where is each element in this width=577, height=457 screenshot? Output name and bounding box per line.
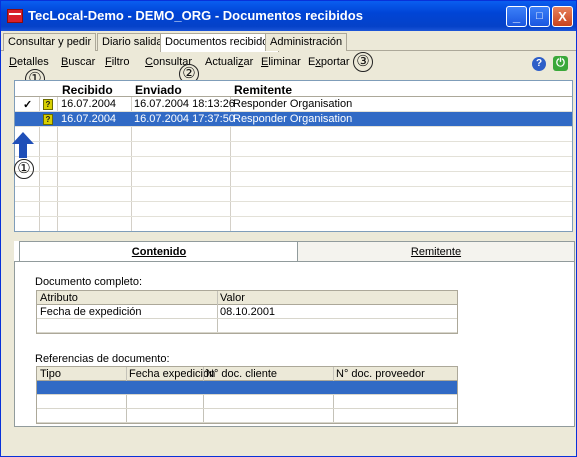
attribute-name: Fecha de expedición xyxy=(40,306,142,318)
actualizar-label-pre: Actuali xyxy=(205,56,239,68)
document-icon: ? xyxy=(43,114,53,125)
detalles-label-post: etalles xyxy=(16,56,49,68)
attribute-value: 08.10.2001 xyxy=(220,306,276,318)
tab-remitente-label: Remitente xyxy=(410,246,462,258)
tab-contenido[interactable]: Contenido xyxy=(19,241,299,261)
consultar-label-key: C xyxy=(145,56,153,68)
up-arrow-icon xyxy=(12,132,34,158)
document-icon: ? xyxy=(43,99,53,110)
references-table: Tipo Fecha expedición N° doc. cliente N°… xyxy=(36,366,458,424)
exportar-button[interactable]: Exportar xyxy=(308,56,350,68)
col-doc-cliente[interactable]: N° doc. cliente xyxy=(206,368,277,380)
refs-label: Referencias de documento: xyxy=(35,353,170,365)
contenido-panel: Documento completo: Atributo Valor Fecha… xyxy=(14,261,575,427)
sender: Responder Organisation xyxy=(233,113,353,125)
eliminar-button[interactable]: Eliminar xyxy=(261,56,301,68)
help-icon[interactable]: ? xyxy=(532,57,546,71)
table-row[interactable] xyxy=(15,187,572,202)
buscar-label-post: uscar xyxy=(68,56,96,68)
maximize-button[interactable]: □ xyxy=(529,6,550,27)
power-icon[interactable]: ⏻ xyxy=(553,56,568,71)
tab-documentos-recibidos[interactable]: Documentos recibidos xyxy=(160,33,279,52)
received-date: 16.07.2004 xyxy=(61,113,117,125)
actualizar-button[interactable]: Actualizar xyxy=(205,56,253,68)
tab-diario-salida[interactable]: Diario salida xyxy=(97,33,168,51)
header-enviado[interactable]: Enviado xyxy=(135,83,182,97)
filtro-label-key: F xyxy=(105,56,112,68)
buscar-button[interactable]: Buscar xyxy=(61,56,95,68)
col-tipo[interactable]: Tipo xyxy=(40,368,61,380)
attributes-header: Atributo Valor xyxy=(37,291,457,305)
sent-datetime: 16.07.2004 17:37:50 xyxy=(134,113,235,125)
col-atributo[interactable]: Atributo xyxy=(40,292,78,304)
window-title: TecLocal-Demo - DEMO_ORG - Documentos re… xyxy=(28,8,363,23)
col-valor[interactable]: Valor xyxy=(220,292,245,304)
received-date: 16.07.2004 xyxy=(61,98,117,110)
table-row-selected[interactable] xyxy=(37,381,457,395)
annotation-marker-3: ③ xyxy=(353,52,373,72)
exportar-label-post: portar xyxy=(320,56,350,68)
eliminar-label-post: liminar xyxy=(268,56,301,68)
sender: Responder Organisation xyxy=(233,98,353,110)
table-row[interactable] xyxy=(37,395,457,409)
detalles-label-key: D xyxy=(9,56,17,68)
tab-administracion[interactable]: Administración xyxy=(265,33,348,51)
references-header: Tipo Fecha expedición N° doc. cliente N°… xyxy=(37,367,457,381)
filtro-label-post: iltro xyxy=(111,56,130,68)
annotation-marker-1b: ① xyxy=(14,159,34,179)
title-bar[interactable]: TecLocal-Demo - DEMO_ORG - Documentos re… xyxy=(1,1,576,31)
table-row[interactable] xyxy=(15,157,572,172)
minimize-button[interactable]: _ xyxy=(506,6,527,27)
table-row[interactable]: Fecha de expedición 08.10.2001 xyxy=(37,305,457,319)
attributes-table: Atributo Valor Fecha de expedición 08.10… xyxy=(36,290,458,334)
table-row-selected[interactable]: ? 16.07.2004 16.07.2004 17:37:50 Respond… xyxy=(15,112,572,127)
documents-grid: Recibido Enviado Remitente ✓ ? 16.07.200… xyxy=(14,80,573,232)
detalles-button[interactable]: Detalles xyxy=(9,56,49,68)
table-row[interactable] xyxy=(15,172,572,187)
tab-contenido-label: Contenido xyxy=(131,246,187,258)
sent-datetime: 16.07.2004 18:13:26 xyxy=(134,98,235,110)
detail-panel: Contenido Remitente Documento completo: … xyxy=(14,241,575,427)
table-row[interactable] xyxy=(37,319,457,333)
application-window: TecLocal-Demo - DEMO_ORG - Documentos re… xyxy=(0,0,577,457)
header-remitente[interactable]: Remitente xyxy=(234,83,292,97)
toolbar: Detalles Buscar Filtro Consultar Actuali… xyxy=(1,52,576,72)
tab-remitente[interactable]: Remitente xyxy=(297,241,575,261)
complete-doc-label: Documento completo: xyxy=(35,276,142,288)
grid-header: Recibido Enviado Remitente xyxy=(15,81,572,97)
table-row[interactable] xyxy=(15,127,572,142)
table-row[interactable] xyxy=(15,142,572,157)
table-row[interactable]: ✓ ? 16.07.2004 16.07.2004 18:13:26 Respo… xyxy=(15,97,572,112)
table-row[interactable] xyxy=(15,202,572,217)
status-bar xyxy=(1,431,576,456)
actualizar-label-post: ar xyxy=(243,56,254,68)
app-icon xyxy=(7,9,23,23)
table-row[interactable] xyxy=(37,409,457,423)
module-tabs: Consultar y pedir Diario salida Document… xyxy=(1,31,576,52)
check-icon: ✓ xyxy=(23,99,33,111)
header-recibido[interactable]: Recibido xyxy=(62,83,113,97)
close-button[interactable]: X xyxy=(552,6,573,27)
col-doc-proveedor[interactable]: N° doc. proveedor xyxy=(336,368,425,380)
filtro-button[interactable]: Filtro xyxy=(105,56,129,68)
tab-consultar-y-pedir[interactable]: Consultar y pedir xyxy=(3,33,97,51)
